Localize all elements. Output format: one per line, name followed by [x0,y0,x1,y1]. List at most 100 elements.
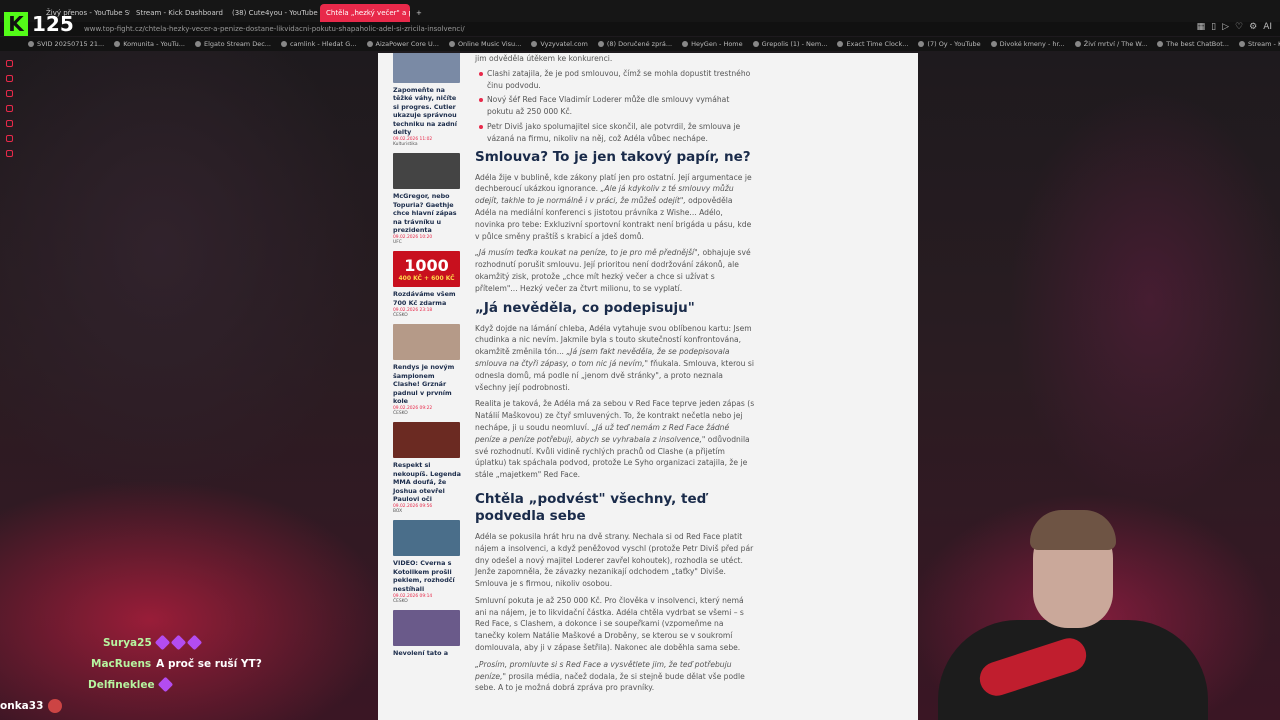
article-thumbnail[interactable] [393,520,460,557]
bookmark-item[interactable]: Vyzyvatel.com [531,40,588,48]
ai-label[interactable]: AI [1263,22,1272,32]
kick-logo-icon: K [4,12,28,36]
bookmark-item[interactable]: (7) Oy - YouTube [918,40,981,48]
chat-message: onka33 [0,695,300,716]
chat-username: MacRuens [91,657,152,670]
bookmark-item[interactable]: Grepolis (1) - Nem... [752,40,827,48]
section-heading: Chtěla „podvést" všechny, teď podvedla s… [475,490,707,524]
bookmark-icon[interactable]: ▯ [1211,22,1216,32]
sidebar-icon-1[interactable] [6,60,13,67]
chat-username: Surya25 [103,636,152,649]
sidebar-icon-2[interactable] [6,75,13,82]
bookmark-item[interactable]: Elgato Stream Dec... [195,40,271,48]
related-article-card[interactable]: 1000 400 KČ + 600 KČ Rozdáváme všem 700 Kč… [393,251,461,318]
bookmark-item[interactable]: The best ChatBot... [1157,40,1229,48]
bookmark-label: Stream - Kick Das... [1247,40,1280,48]
bookmark-label: Divoké kmeny - hr... [999,40,1065,48]
article-thumbnail[interactable] [393,609,460,646]
address-bar[interactable]: www.top-fight.cz/chtela-hezky-vecer-a-pe… [0,22,1280,36]
bookmark-item[interactable]: SVID 20250715 21... [28,40,104,48]
related-article-card[interactable]: Nevolení tato a [393,609,461,657]
streamer-hair [1030,510,1116,550]
emote-icon [157,676,173,693]
sidebar-icon-7[interactable] [6,150,13,157]
card-category: BOX [393,509,403,515]
bullet-item: Clashi zatajila, že je pod smlouvou, čím… [475,68,755,92]
related-article-card[interactable]: McGregor, nebo Topuria? Gaethje chce hla… [393,153,461,245]
card-title[interactable]: Rendys je novým šampionem Clashe! Grznár… [393,363,461,405]
article-thumbnail[interactable]: 1000 400 KČ + 600 KČ [393,251,460,288]
favicon-icon [195,41,201,47]
card-category: ČESKO [393,313,408,319]
paragraph: Adéla se pokusila hrát hru na dvě strany… [475,531,754,589]
article-page: Zapomeňte na těžké váhy, ničíte si progr… [378,53,918,720]
related-article-card[interactable]: VIDEO: Cverna s Kotolikem prošli peklem,… [393,520,461,604]
settings-icon[interactable]: ⚙ [1249,22,1257,32]
tab-kick-dashboard[interactable]: Stream - Kick Dashboard [130,4,226,22]
article-body: jim odvěděla útěkem ke konkurenci. Clash… [475,53,755,699]
sidebar-icon-5[interactable] [6,120,13,127]
bookmark-label: Online Music Visu... [457,40,522,48]
bookmark-label: Exact Time Clock... [846,40,909,48]
tab-article[interactable]: Chtěla „hezký večer" a pe [320,3,410,22]
heart-icon[interactable]: ♡ [1235,22,1243,32]
card-title[interactable]: Nevolení tato a [393,649,461,657]
sidebar-icon-4[interactable] [6,105,13,112]
section-heading: Smlouva? To je jen takový papír, ne? [475,148,751,165]
card-title[interactable]: Rozdáváme všem 700 Kč zdarma [393,290,461,307]
favicon-icon [990,41,997,47]
bookmark-label: AizaPower Core U... [375,40,439,48]
bookmark-label: Elgato Stream Dec... [204,40,271,48]
article-thumbnail[interactable] [393,153,460,190]
favicon-icon [597,41,604,47]
bookmark-item[interactable]: camlink - Hledat G... [280,40,357,48]
kick-viewer-overlay: K 125 [4,12,74,36]
card-title[interactable]: VIDEO: Cverna s Kotolikem prošli peklem,… [393,559,461,593]
related-article-card[interactable]: Respekt si nekoupíš. Legenda MMA doufá, … [393,422,461,514]
related-article-card[interactable]: Rendys je novým šampionem Clashe! Grznár… [393,324,461,416]
card-category: Kulturistika [393,142,418,148]
emote-icon [186,634,203,651]
favicon-icon [837,41,844,47]
quote: „Já musím teďka koukat na peníze, to je … [475,248,701,258]
bookmark-item[interactable]: Komunita - YouTu... [114,40,185,48]
play-icon[interactable]: ▷ [1222,22,1229,32]
bookmark-item[interactable]: Živí mrtví / The W... [1074,40,1148,48]
sidebar-icon-3[interactable] [6,90,13,97]
bookmark-label: camlink - Hledat G... [289,40,357,48]
bookmark-item[interactable]: (8) Doručené zprá... [597,40,672,48]
article-thumbnail[interactable] [393,324,460,361]
chat-username: Delfineklee [88,678,155,691]
bookmark-label: HeyGen - Home [691,40,743,48]
favicon-icon [448,41,455,47]
card-title[interactable]: Zapomeňte na těžké váhy, ničíte si progr… [393,86,461,136]
bullet-item: Nový šéf Red Face Vladimír Loderer může … [475,94,755,118]
sidebar-icon-6[interactable] [6,135,13,142]
related-article-card[interactable]: Zapomeňte na těžké váhy, ničíte si progr… [393,53,461,147]
card-title[interactable]: Respekt si nekoupíš. Legenda MMA doufá, … [393,461,461,503]
new-tab-button[interactable]: + [410,4,428,22]
card-category: ČESKO [393,411,408,417]
article-thumbnail[interactable] [393,422,460,459]
chat-message: Delfineklee [0,674,300,695]
chat-message: MacRuens A proč se ruší YT? [0,653,300,674]
tab-label: Stream - Kick Dashboard [136,8,223,17]
bookmark-item[interactable]: Divoké kmeny - hr... [990,40,1065,48]
tab-cute4you[interactable]: (38) Cute4you - YouTube [226,4,320,22]
bookmark-item[interactable]: Online Music Visu... [448,40,522,48]
paragraph: Když dojde na lámání chleba, Adéla vytah… [475,323,755,394]
bookmark-item[interactable]: AizaPower Core U... [366,40,439,48]
bookmark-label: Živí mrtví / The W... [1083,40,1148,48]
card-title[interactable]: McGregor, nebo Topuria? Gaethje chce hla… [393,192,461,234]
related-articles-sidebar: Zapomeňte na těžké váhy, ničíte si progr… [393,53,461,663]
article-thumbnail[interactable] [393,53,460,83]
grid-icon[interactable]: ▦ [1197,22,1206,32]
bookmark-item[interactable]: HeyGen - Home [682,40,743,48]
favicon-icon [280,41,287,47]
webcam-overlay [898,510,1228,720]
viewer-count: 125 [32,12,74,36]
bookmark-item[interactable]: Stream - Kick Das... [1238,40,1280,48]
promo-banner-sub: 400 KČ + 600 KČ [398,275,455,283]
article-bullets: Clashi zatajila, že je pod smlouvou, čím… [475,68,755,145]
bookmark-item[interactable]: Exact Time Clock... [837,40,908,48]
